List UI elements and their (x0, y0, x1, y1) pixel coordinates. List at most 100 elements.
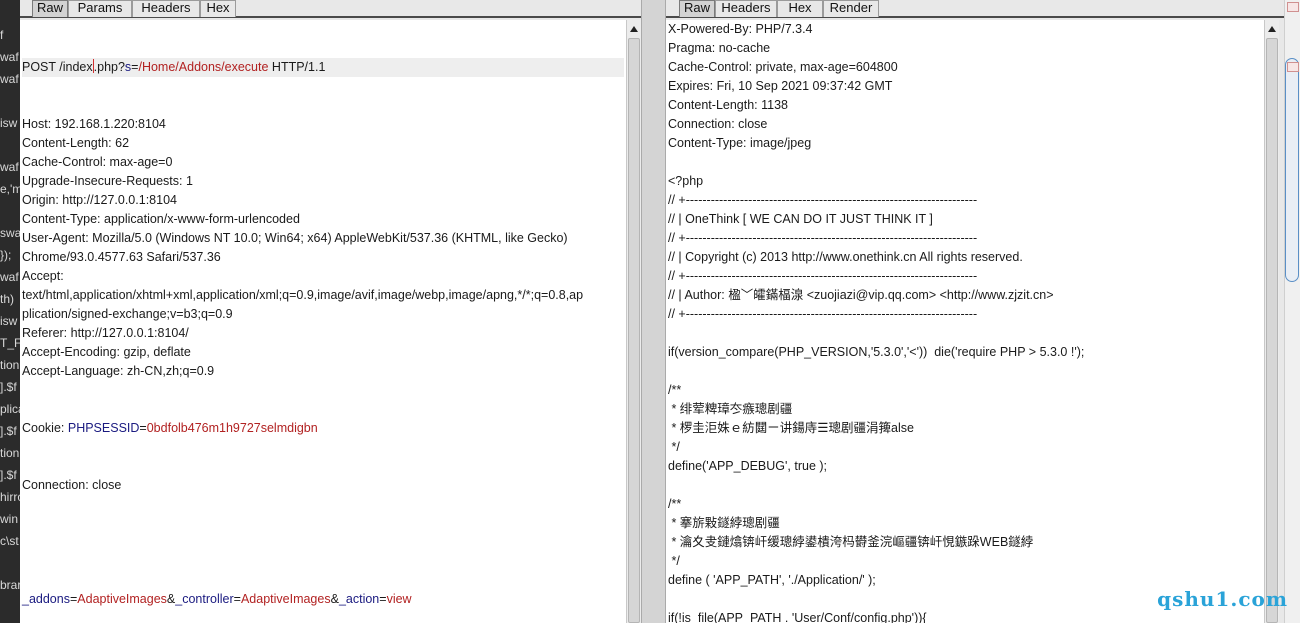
request-editor[interactable]: POST /index.php?s=/Home/Addons/execute H… (20, 20, 626, 623)
response-line: */ (668, 440, 680, 454)
terminal-fragment: plica (0, 402, 20, 416)
response-tabbar: Raw Headers Hex Render (666, 0, 1284, 18)
tab-params[interactable]: Params (68, 0, 132, 17)
response-editor[interactable]: X-Powered-By: PHP/7.3.4 Pragma: no-cache C… (666, 20, 1264, 623)
response-line: if(version_compare(PHP_VERSION,'5.3.0','… (668, 345, 1085, 359)
edge-indicator (1287, 2, 1299, 12)
response-line: if(!is_file(APP_PATH . 'User/Conf/config… (668, 611, 927, 623)
request-header-line: Upgrade-Insecure-Requests: 1 (22, 174, 193, 188)
request-body: _addons=AdaptiveImages&_controller=Adapt… (22, 592, 412, 606)
response-line: // | Copyright (c) 2013 http://www.oneth… (668, 250, 1023, 264)
panel-divider[interactable] (641, 0, 666, 623)
response-line (668, 362, 1084, 381)
terminal-fragment: swa (0, 226, 20, 240)
response-line: // | OneThink [ WE CAN DO IT JUST THINK … (668, 212, 933, 226)
tab-raw[interactable]: Raw (32, 0, 68, 17)
tab-hex[interactable]: Hex (200, 0, 236, 17)
response-line: * 绯荤粺璋冭瘯璁剧疆 (668, 402, 793, 416)
request-header-line: Host: 192.168.1.220:8104 (22, 117, 166, 131)
terminal-fragment: waf (0, 50, 19, 64)
terminal-fragment: brar (0, 578, 20, 592)
response-scroll-thumb[interactable] (1266, 38, 1278, 623)
tab-headers[interactable]: Headers (715, 0, 777, 17)
terminal-fragment: ].$f (0, 468, 17, 482)
cookie-label: Cookie: (22, 421, 68, 435)
request-tabbar: Raw Params Headers Hex (20, 0, 641, 18)
response-panel: Raw Headers Hex Render X-Powered-By: PHP… (666, 0, 1284, 623)
response-line: /** (668, 497, 682, 511)
terminal-fragment: win (0, 512, 19, 526)
response-scrollbar[interactable] (1264, 20, 1279, 623)
terminal-fragment: }); (0, 248, 12, 262)
cookie-header: Cookie: PHPSESSID=0bdfolb476m1h9727selmd… (22, 421, 318, 435)
watermark: qshu1.com (1157, 587, 1288, 611)
response-line: */ (668, 554, 680, 568)
request-header-line: Origin: http://127.0.0.1:8104 (22, 193, 177, 207)
terminal-fragment: hirro (0, 490, 20, 504)
response-line: define('APP_DEBUG', true ); (668, 459, 828, 473)
request-line: POST /index.php?s=/Home/Addons/execute H… (22, 58, 624, 77)
response-line: // | Author: 楹﹀皬鏋楅湶 <zuojiazi@vip.qq.com… (668, 288, 1054, 302)
terminal-fragment: e,'m (0, 182, 20, 196)
response-line: define ( 'APP_PATH', './Application/' ); (668, 573, 876, 587)
terminal-fragment: isw (0, 314, 18, 328)
body-param-value: AdaptiveImages (240, 592, 331, 606)
response-line: <?php (668, 174, 704, 188)
request-header-line: Accept: (22, 269, 64, 283)
response-line: /** (668, 383, 682, 397)
request-path-suffix: .php? (93, 60, 125, 74)
connection-header: Connection: close (22, 478, 122, 492)
scroll-up-arrow-icon[interactable] (1268, 26, 1276, 32)
request-header-line: Content-Type: application/x-www-form-url… (22, 212, 300, 226)
tab-raw[interactable]: Raw (679, 0, 715, 17)
request-header-line: Accept-Language: zh-CN,zh;q=0.9 (22, 364, 215, 378)
response-line (668, 476, 1084, 495)
body-param-value: AdaptiveImages (77, 592, 167, 606)
response-line: Connection: close (668, 117, 768, 131)
request-header-line: Cache-Control: max-age=0 (22, 155, 173, 169)
response-text: X-Powered-By: PHP/7.3.4 Pragma: no-cache C… (668, 20, 1084, 623)
tab-hex[interactable]: Hex (777, 0, 823, 17)
tab-render[interactable]: Render (823, 0, 879, 17)
cookie-name: PHPSESSID (67, 421, 140, 435)
terminal-fragment: th) (0, 292, 15, 306)
response-line: // +------------------------------------… (668, 269, 978, 283)
response-line: Content-Type: image/jpeg (668, 136, 812, 150)
query-param-value: /Home/Addons/execute (138, 60, 269, 74)
terminal-fragment: ].$f (0, 380, 17, 394)
background-terminal-strip: f waf waf isw waf e,'m swa}); waf th) isw T_F tion]… (0, 0, 20, 623)
response-line (668, 153, 1084, 172)
body-param-name: _action (338, 592, 380, 606)
tab-headers[interactable]: Headers (132, 0, 200, 17)
response-line: Expires: Fri, 10 Sep 2021 09:37:42 GMT (668, 79, 893, 93)
request-text: POST /index.php?s=/Home/Addons/execute H… (22, 20, 624, 623)
request-scrollbar[interactable] (626, 20, 641, 623)
request-header-line: text/html,application/xhtml+xml,applicat… (22, 288, 584, 302)
edge-indicator (1287, 62, 1299, 72)
terminal-fragment: waf (0, 270, 19, 284)
request-panel: Raw Params Headers Hex POST /index.php?s… (20, 0, 641, 623)
terminal-fragment: T_F (0, 336, 20, 350)
terminal-fragment: c\st (0, 534, 19, 548)
response-line: * 瀹夊叏鏈熻锛屽缓璁綍鍙樻洿杩欎釜浣嶇疆锛屽悓鏃跺WEB鐩綍 (668, 535, 1034, 549)
response-line: Cache-Control: private, max-age=604800 (668, 60, 898, 74)
request-header-line: Chrome/93.0.4577.63 Safari/537.36 (22, 250, 221, 264)
cookie-value: 0bdfolb476m1h9727selmdigbn (146, 421, 318, 435)
request-header-line: Referer: http://127.0.0.1:8104/ (22, 326, 189, 340)
terminal-fragment: waf (0, 72, 19, 86)
terminal-fragment: ].$f (0, 424, 17, 438)
terminal-fragment: f (0, 28, 4, 42)
outer-scrollbar[interactable] (1285, 58, 1299, 282)
request-headers: Host: 192.168.1.220:8104 Content-Length: … (22, 115, 624, 381)
response-line: Content-Length: 1138 (668, 98, 789, 112)
request-method-path: POST /index (22, 60, 93, 74)
body-param-name: _addons (22, 592, 70, 606)
request-scroll-thumb[interactable] (628, 38, 640, 623)
scroll-up-arrow-icon[interactable] (630, 26, 638, 32)
response-line: // +------------------------------------… (668, 193, 978, 207)
terminal-fragment: tion (0, 358, 20, 372)
response-line: X-Powered-By: PHP/7.3.4 (668, 22, 813, 36)
response-line: // +------------------------------------… (668, 231, 978, 245)
body-param-name: _controller (175, 592, 234, 606)
request-header-line: Content-Length: 62 (22, 136, 130, 150)
